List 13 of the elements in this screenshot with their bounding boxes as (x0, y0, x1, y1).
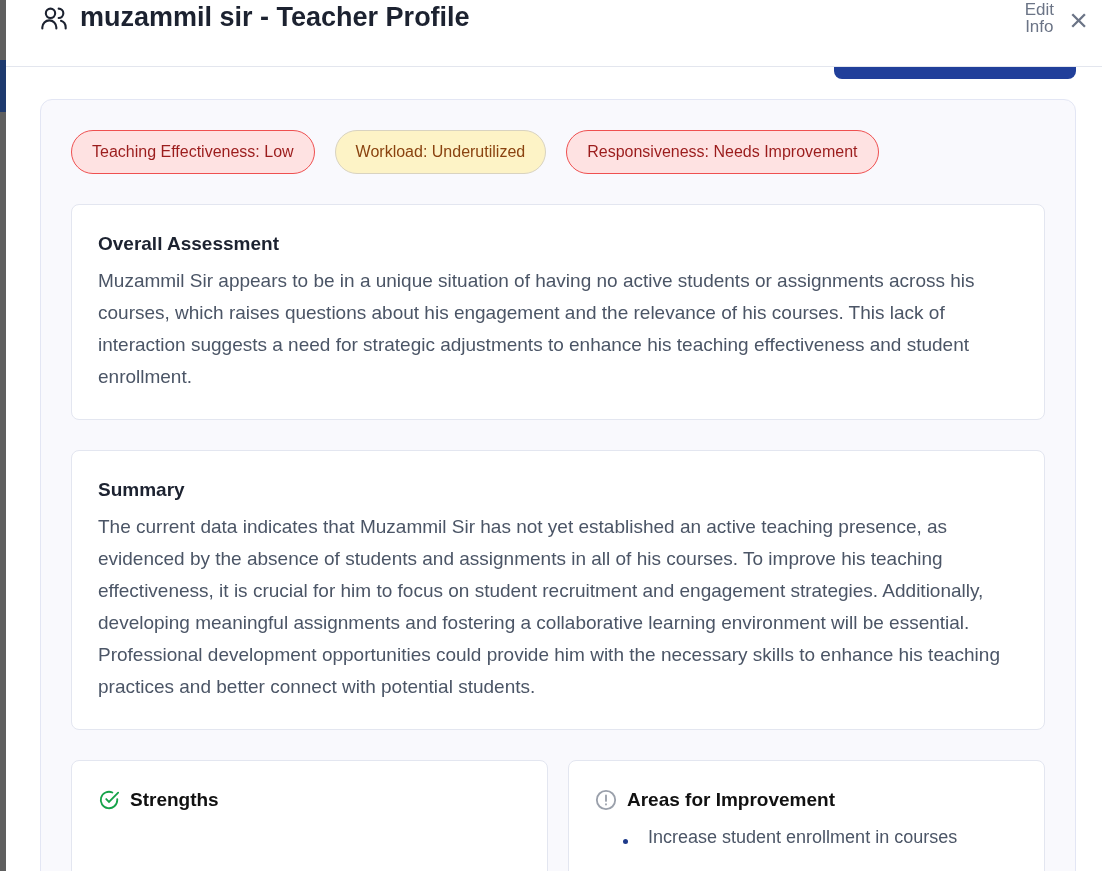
modal-title: muzammil sir - Teacher Profile (80, 2, 471, 33)
card-title: Areas for Improvement (627, 789, 835, 811)
close-button[interactable]: × (1059, 5, 1088, 35)
edit-info-button[interactable]: Edit Info (1019, 1, 1060, 35)
status-badge: Workload: Underutilized (334, 130, 547, 174)
card-title: Strengths (130, 789, 219, 811)
card-title: Overall Assessment (98, 233, 280, 255)
card-paragraph: Muzammil Sir appears to be in a unique situation of having no active students or assignments across his courses, which raises questions about his engagement and the relevance of his courses. This lack of interaction suggests a need for strategic adjustments to enhance his teaching effectiveness and student enrollment. (98, 269, 976, 389)
status-badge: Responsiveness: Needs Improvement (566, 130, 879, 174)
card-paragraph: The current data indicates that Muzammil Sir has not yet established an active teaching presence, as evidenced by the absence of students and assignments in all of his courses. To improve his teaching effectiveness, it is crucial for him to focus on student recruitment and engagement strategies. Additionally, developing meaningful assignments and fostering a collaborative learning environment will be essential. Professional development opportunities could provide him with the necessary skills to enhance his teaching practices and better connect with potential students. (98, 515, 1001, 699)
list-item: Increase student enrollment in courses (648, 827, 958, 848)
card-title: Summary (98, 479, 186, 501)
status-badge: Teaching Effectiveness: Low (71, 130, 315, 174)
